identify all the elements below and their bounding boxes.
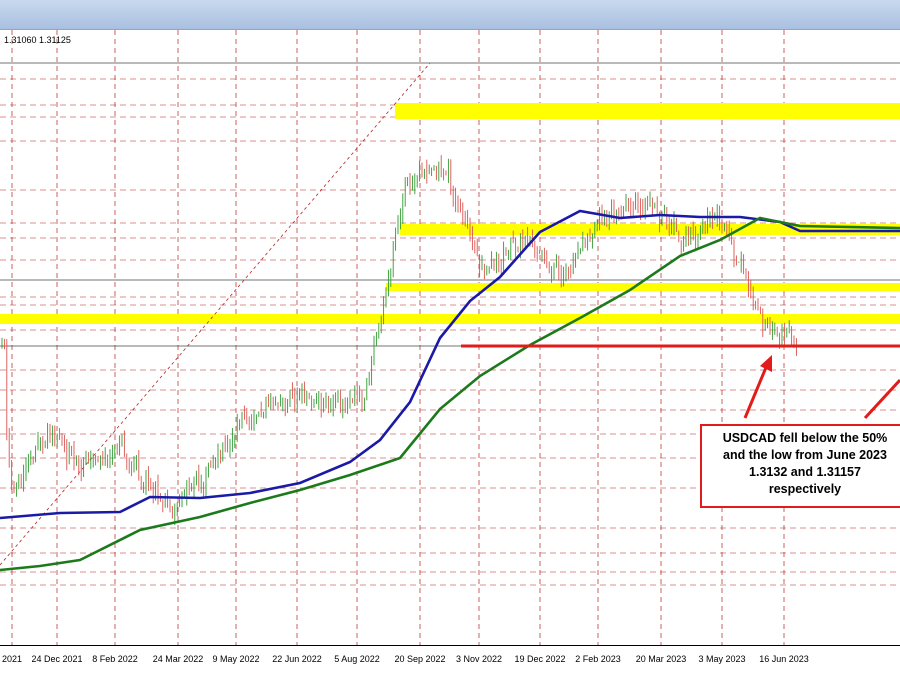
x-tick-label: 24 Dec 2021 [31,654,83,664]
price-readout: 1.31060 1.31125 [4,35,71,45]
chart-canvas [0,30,900,645]
x-axis: 2021 24 Dec 2021 8 Feb 2022 24 Mar 2022 9 Ma… [0,645,900,676]
x-tick-label: 16 Jun 2023 [759,654,809,664]
chart-toolbar [0,0,900,30]
highlight-zone [395,103,900,119]
x-tick-label: 5 Aug 2022 [334,654,380,664]
x-tick-label: 19 Dec 2022 [514,654,566,664]
x-tick-label: 9 May 2022 [212,654,260,664]
x-tick-label: 20 Sep 2022 [394,654,446,664]
x-tick-label: 8 Feb 2022 [92,654,138,664]
x-tick-label: 22 Jun 2022 [272,654,322,664]
x-tick-label: 3 Nov 2022 [455,654,503,664]
x-tick-label: 20 Mar 2023 [635,654,687,664]
highlight-zone [386,283,900,291]
x-tick-label: 24 Mar 2022 [152,654,204,664]
price-chart[interactable] [0,30,900,645]
x-tick-label: 2 Feb 2023 [575,654,621,664]
moving-average-200 [0,216,900,572]
x-tick-label: 2021 [1,654,23,664]
arrow-shaft [863,378,900,420]
annotation-box: USDCAD fell below the 50% and the low fr… [700,424,900,508]
x-tick-label: 3 May 2023 [698,654,746,664]
